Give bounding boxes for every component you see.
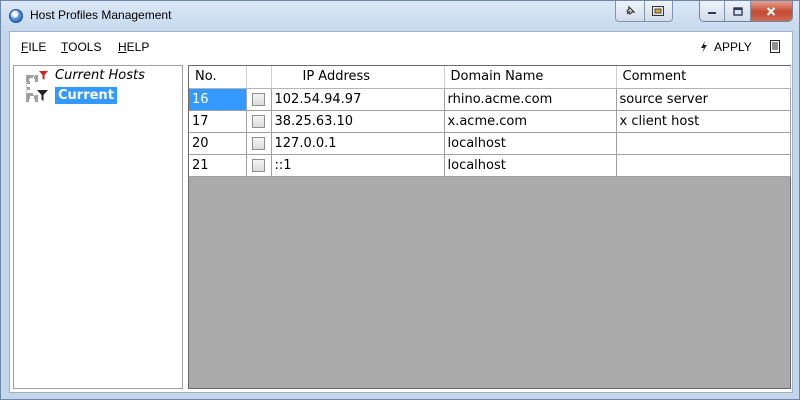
app-globe-icon[interactable]	[9, 9, 23, 23]
maximize-icon	[732, 6, 743, 16]
extra-caption-buttons	[615, 1, 673, 22]
client-area: FILE TOOLS HELP APPLY Current Hosts Curr…	[9, 31, 793, 393]
column-header-comment[interactable]: Comment	[616, 66, 791, 89]
column-header-domain-name[interactable]: Domain Name	[444, 66, 617, 89]
hosts-grid[interactable]: No. IP Address Domain Name Comment 16 10…	[188, 65, 791, 389]
domain-name-cell[interactable]: x.acme.com	[444, 110, 617, 133]
red-funnel-icon	[39, 70, 48, 80]
comment-cell[interactable]: source server	[616, 88, 791, 111]
ip-address-cell[interactable]: 102.54.94.97	[271, 88, 445, 111]
row-checkbox[interactable]	[251, 136, 265, 150]
comment-cell[interactable]	[616, 132, 791, 155]
ip-address-cell[interactable]: ::1	[271, 154, 445, 177]
domain-name-cell[interactable]: rhino.acme.com	[444, 88, 617, 111]
column-header-no[interactable]: No.	[189, 66, 247, 89]
tree-node-label: Current	[55, 86, 117, 104]
row-number-cell[interactable]: 21	[189, 154, 247, 177]
column-header-ip-address[interactable]: IP Address	[271, 66, 445, 89]
table-row[interactable]: 16 102.54.94.97 rhino.acme.com source se…	[189, 88, 791, 111]
close-icon	[767, 6, 776, 16]
profiles-tree[interactable]: Current Hosts Current	[13, 65, 183, 389]
close-button[interactable]	[750, 1, 792, 21]
row-checkbox[interactable]	[251, 114, 265, 128]
menu-help[interactable]: HELP	[118, 40, 149, 54]
table-row[interactable]: 20 127.0.0.1 localhost	[189, 132, 791, 155]
row-checkbox-cell[interactable]	[246, 154, 272, 177]
compact-window-icon	[652, 6, 665, 16]
pin-icon	[626, 5, 636, 15]
menu-bar: FILE TOOLS HELP APPLY	[10, 32, 792, 62]
lightning-icon	[701, 41, 707, 53]
menu-file[interactable]: FILE	[21, 40, 46, 54]
hosts-table: No. IP Address Domain Name Comment 16 10…	[189, 66, 791, 177]
black-funnel-icon	[37, 89, 48, 101]
row-checkbox[interactable]	[251, 158, 265, 172]
ip-address-cell[interactable]: 38.25.63.10	[271, 110, 445, 133]
column-header-check[interactable]	[246, 66, 272, 89]
domain-name-cell[interactable]: localhost	[444, 132, 617, 155]
tree-node-label: Current Hosts	[55, 67, 145, 83]
minimize-icon	[708, 12, 717, 14]
comment-cell[interactable]: x client host	[616, 110, 791, 133]
document-icon[interactable]	[770, 40, 780, 53]
row-number-cell[interactable]: 16	[189, 88, 247, 111]
table-row[interactable]: 21 ::1 localhost	[189, 154, 791, 177]
row-checkbox-cell[interactable]	[246, 88, 272, 111]
caption-buttons	[699, 1, 793, 22]
row-checkbox-cell[interactable]	[246, 110, 272, 133]
pin-button[interactable]	[616, 1, 644, 21]
table-row[interactable]: 17 38.25.63.10 x.acme.com x client host	[189, 110, 791, 133]
row-checkbox-cell[interactable]	[246, 132, 272, 155]
tree-node-current-hosts[interactable]: Current Hosts	[38, 66, 145, 84]
row-number-cell[interactable]: 20	[189, 132, 247, 155]
window-title: Host Profiles Management	[30, 8, 172, 22]
row-number-cell[interactable]: 17	[189, 110, 247, 133]
comment-cell[interactable]	[616, 154, 791, 177]
table-header-row: No. IP Address Domain Name Comment	[189, 66, 791, 89]
ip-address-cell[interactable]: 127.0.0.1	[271, 132, 445, 155]
row-checkbox[interactable]	[251, 92, 265, 106]
domain-name-cell[interactable]: localhost	[444, 154, 617, 177]
app-window: Host Profiles Management FILE TOOLS HELP…	[0, 0, 800, 400]
tree-connector	[26, 75, 38, 79]
apply-button[interactable]: APPLY	[700, 40, 752, 54]
title-bar[interactable]: Host Profiles Management	[1, 1, 799, 31]
maximize-button[interactable]	[725, 1, 751, 21]
menu-tools[interactable]: TOOLS	[61, 40, 101, 54]
minimize-button[interactable]	[700, 1, 726, 21]
tree-node-current[interactable]: Current	[36, 86, 117, 104]
compact-button[interactable]	[643, 1, 672, 21]
